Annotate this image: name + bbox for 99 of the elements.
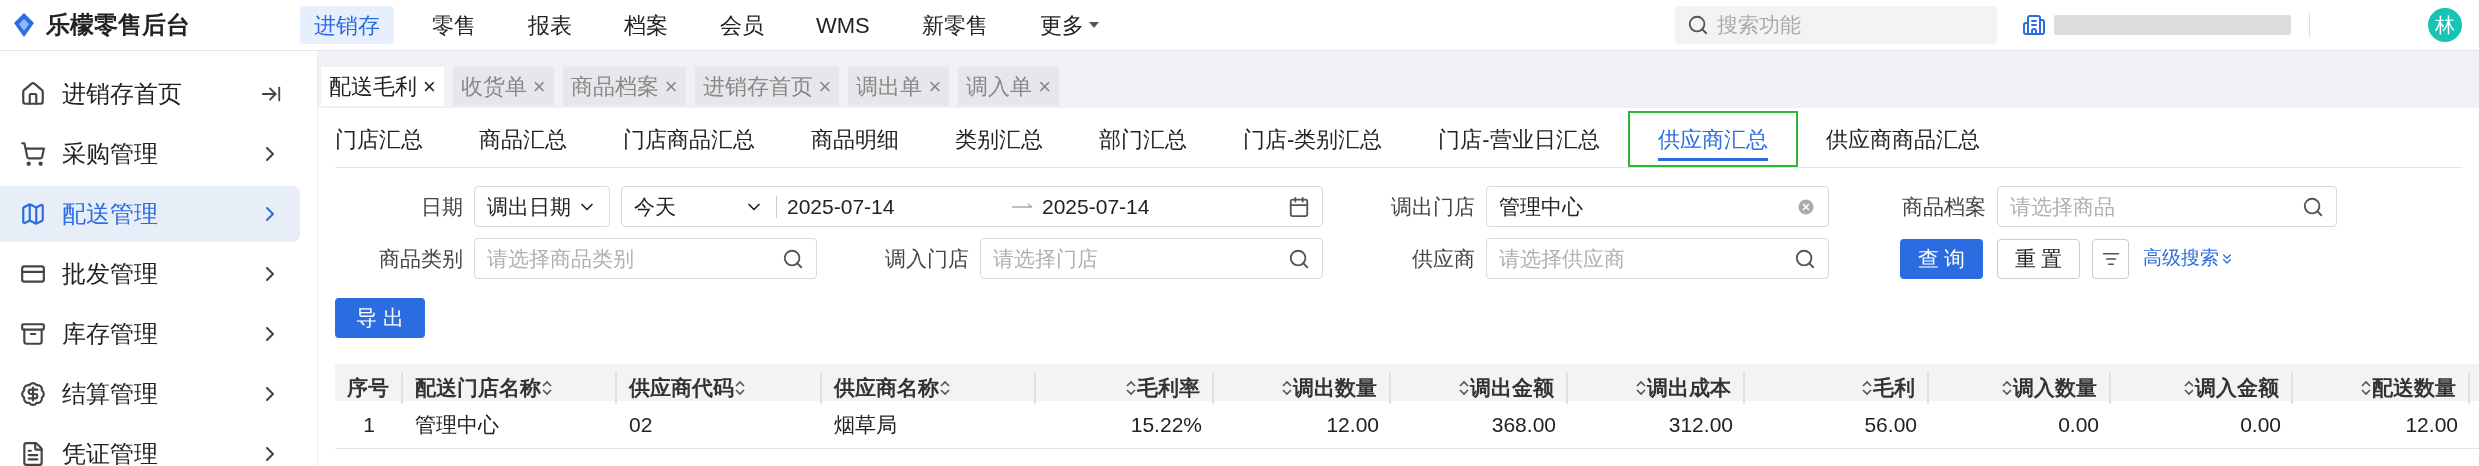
reset-button[interactable]: 重 置 bbox=[1997, 238, 2080, 279]
filter-settings-button[interactable] bbox=[2092, 238, 2129, 279]
table-cell-text: 02 bbox=[629, 411, 653, 438]
column-header[interactable]: 配送数量 bbox=[2372, 372, 2456, 404]
column-header[interactable]: 调出成本 bbox=[1647, 372, 1731, 404]
table-cell-text: 368.00 bbox=[1491, 411, 1556, 438]
document-icon bbox=[20, 441, 46, 466]
field-label: 商品类别 bbox=[378, 245, 464, 272]
nav-item[interactable]: 更多 bbox=[1025, 6, 1114, 44]
tab[interactable]: 配送毛利 × bbox=[321, 67, 444, 106]
search-icon[interactable] bbox=[782, 247, 804, 270]
table-cell-text: 烟草局 bbox=[834, 411, 897, 438]
nav-item[interactable]: 档案 bbox=[610, 6, 682, 44]
sidebar-item[interactable]: 配送管理 bbox=[0, 186, 300, 242]
sidebar-item[interactable]: 进销存首页 bbox=[0, 66, 300, 122]
field-label: 商品档案 bbox=[1901, 193, 1987, 220]
sort-icon[interactable] bbox=[2360, 378, 2372, 397]
table-cell-text: 1 bbox=[363, 411, 375, 438]
column-header[interactable]: 毛利率 bbox=[1137, 372, 1200, 404]
map-icon bbox=[20, 201, 46, 227]
close-button[interactable]: × bbox=[423, 70, 436, 103]
table-cell-text: 312.00 bbox=[1668, 411, 1733, 438]
building-icon[interactable] bbox=[2022, 13, 2046, 37]
column-header[interactable]: 调入金额 bbox=[2195, 372, 2279, 404]
placeholder: 请选择商品 bbox=[2010, 193, 2116, 220]
field-label: 调出门店 bbox=[1390, 193, 1476, 220]
sidebar-item[interactable]: 批发管理 bbox=[0, 246, 300, 302]
sidebar-item[interactable]: 库存管理 bbox=[0, 306, 300, 362]
calendar-icon[interactable] bbox=[1288, 195, 1310, 218]
report-tab[interactable]: 商品明细 bbox=[783, 111, 927, 167]
cart-icon bbox=[20, 141, 46, 167]
nav-item[interactable]: WMS bbox=[802, 6, 884, 44]
report-tab[interactable]: 门店-类别汇总 bbox=[1215, 111, 1411, 167]
report-tab[interactable]: 商品汇总 bbox=[451, 111, 595, 167]
field-label: 供应商 bbox=[1411, 245, 1476, 272]
placeholder: 搜索功能 bbox=[1717, 12, 1801, 39]
box-icon bbox=[20, 321, 46, 347]
placeholder: 请选择商品类别 bbox=[487, 245, 635, 272]
arrow-icon bbox=[1012, 202, 1034, 211]
report-tab[interactable]: 门店-营业日汇总 bbox=[1410, 111, 1628, 167]
sort-icon[interactable] bbox=[1861, 378, 1873, 397]
sidebar-item[interactable]: 结算管理 bbox=[0, 366, 300, 422]
sidebar-item[interactable]: 凭证管理 bbox=[0, 426, 300, 466]
sort-icon[interactable] bbox=[734, 378, 746, 397]
column-header[interactable]: 序号 bbox=[347, 372, 389, 404]
export-button[interactable]: 导 出 bbox=[335, 298, 425, 338]
column-header[interactable]: 调出金额 bbox=[1470, 372, 1554, 404]
table-cell-text: 12.00 bbox=[1326, 411, 1379, 438]
field-label: 调入门店 bbox=[884, 245, 970, 272]
sort-icon[interactable] bbox=[1458, 378, 1470, 397]
column-header[interactable]: 毛利 bbox=[1873, 372, 1915, 404]
search-icon[interactable] bbox=[2302, 195, 2324, 218]
table-cell-text: 12.00 bbox=[2405, 411, 2458, 438]
report-tab[interactable]: 门店商品汇总 bbox=[595, 111, 783, 167]
end-date[interactable]: 2025-07-14 bbox=[1042, 190, 1288, 223]
sort-icon[interactable] bbox=[939, 378, 951, 397]
sort-icon[interactable] bbox=[1635, 378, 1647, 397]
report-tab[interactable]: 类别汇总 bbox=[927, 111, 1071, 167]
field-label: 日期 bbox=[420, 193, 464, 220]
start-date[interactable]: 2025-07-14 bbox=[787, 190, 1012, 223]
placeholder: 请选择门店 bbox=[993, 245, 1099, 272]
query-button[interactable]: 查 询 bbox=[1900, 238, 1983, 279]
select-field[interactable]: 调出日期 bbox=[474, 186, 610, 227]
table-cell-text: 0.00 bbox=[2058, 411, 2099, 438]
sort-icon[interactable] bbox=[2001, 378, 2013, 397]
column-header[interactable]: 供应商名称 bbox=[834, 372, 939, 404]
house-icon bbox=[20, 81, 46, 107]
nav-item[interactable]: 进销存 bbox=[300, 6, 394, 44]
report-tab[interactable]: 部门汇总 bbox=[1071, 111, 1215, 167]
nav-item[interactable]: 会员 bbox=[706, 6, 778, 44]
search-icon bbox=[1687, 14, 1709, 36]
app-name: 乐檬零售后台 bbox=[46, 10, 190, 40]
report-tab[interactable]: 供应商商品汇总 bbox=[1797, 111, 2008, 167]
advanced-search-link[interactable]: 高级搜索 bbox=[2143, 244, 2235, 273]
column-header[interactable]: 供应商代码 bbox=[629, 372, 734, 404]
preset-select[interactable]: 今天 bbox=[634, 190, 744, 223]
report-tab[interactable]: 门店汇总 bbox=[335, 111, 451, 167]
select-field[interactable]: 管理中心 bbox=[1486, 186, 1829, 227]
search-icon[interactable] bbox=[1794, 247, 1816, 270]
column-header[interactable]: 调出数量 bbox=[1293, 372, 1377, 404]
sort-icon[interactable] bbox=[541, 378, 553, 397]
table-cell-text: 0.00 bbox=[2240, 411, 2281, 438]
search-icon[interactable] bbox=[1288, 247, 1310, 270]
table-cell-text: 管理中心 bbox=[415, 411, 499, 438]
sort-icon[interactable] bbox=[2183, 378, 2195, 397]
column-header[interactable]: 调入数量 bbox=[2013, 372, 2097, 404]
report-tab[interactable]: 供应商汇总 bbox=[1627, 111, 1798, 167]
sort-icon[interactable] bbox=[1125, 378, 1137, 397]
placeholder: 请选择供应商 bbox=[1499, 245, 1626, 272]
sort-icon[interactable] bbox=[1281, 378, 1293, 397]
nav-item[interactable]: 零售 bbox=[418, 6, 490, 44]
column-header[interactable]: 配送门店名称 bbox=[415, 372, 541, 404]
dollar-icon bbox=[20, 381, 46, 407]
date-range-field[interactable]: 今天 2025-07-14 2025-07-14 bbox=[621, 186, 1323, 227]
sidebar-item[interactable]: 采购管理 bbox=[0, 126, 300, 182]
table-cell-text: 15.22% bbox=[1130, 411, 1202, 438]
nav-item[interactable]: 新零售 bbox=[907, 6, 1002, 44]
table-cell-text: 56.00 bbox=[1864, 411, 1917, 438]
nav-item[interactable]: 报表 bbox=[514, 6, 586, 44]
